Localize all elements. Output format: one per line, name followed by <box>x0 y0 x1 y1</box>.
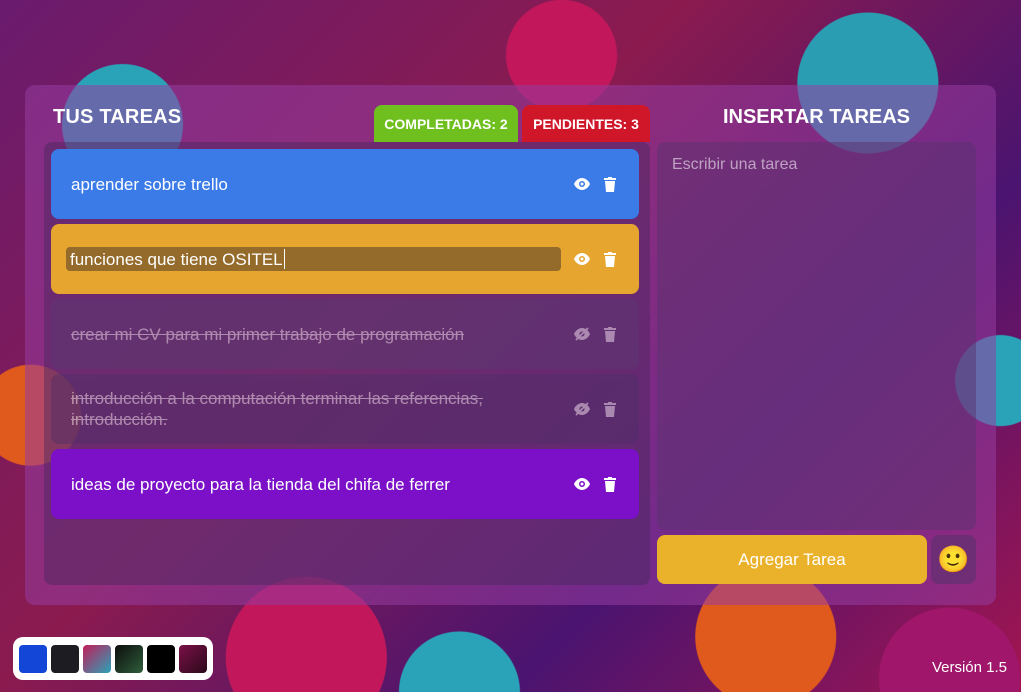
trash-icon[interactable] <box>601 475 619 493</box>
pending-count-badge[interactable]: PENDIENTES: 3 <box>522 105 650 142</box>
task-text[interactable]: introducción a la computación terminar l… <box>71 388 561 430</box>
theme-swatch-leaves[interactable] <box>115 644 143 673</box>
theme-selector <box>13 637 213 680</box>
add-task-button[interactable]: Agregar Tarea <box>657 535 927 584</box>
theme-swatch-black[interactable] <box>147 644 175 673</box>
version-label: Versión 1.5 <box>931 659 1007 676</box>
theme-swatch-dinosaurs[interactable] <box>83 644 111 673</box>
task-item-completed[interactable]: crear mi CV para mi primer trabajo de pr… <box>51 299 639 369</box>
task-item[interactable]: aprender sobre trello <box>51 149 639 219</box>
theme-swatch-crimson[interactable] <box>179 644 207 673</box>
smiley-icon: 🙂 <box>937 544 970 575</box>
task-edit-input[interactable]: funciones que tiene OSITEL <box>66 247 561 271</box>
task-item-editing[interactable]: funciones que tiene OSITEL <box>51 224 639 294</box>
task-text[interactable]: ideas de proyecto para la tienda del chi… <box>71 474 561 495</box>
text-caret <box>283 249 285 269</box>
eye-icon[interactable] <box>573 475 591 493</box>
eye-off-icon[interactable] <box>573 325 591 343</box>
emoji-picker-button[interactable]: 🙂 <box>931 535 976 584</box>
insert-tasks-title: INSERTAR TAREAS <box>722 106 911 128</box>
trash-icon[interactable] <box>601 400 619 418</box>
task-item-completed[interactable]: introducción a la computación terminar l… <box>51 374 639 444</box>
tasks-title: TUS TAREAS <box>53 106 182 128</box>
eye-icon[interactable] <box>573 250 591 268</box>
eye-icon[interactable] <box>573 175 591 193</box>
trash-icon[interactable] <box>601 250 619 268</box>
theme-swatch-blue[interactable] <box>19 644 47 673</box>
trash-icon[interactable] <box>601 175 619 193</box>
trash-icon[interactable] <box>601 325 619 343</box>
task-text[interactable]: crear mi CV para mi primer trabajo de pr… <box>71 324 561 345</box>
task-item[interactable]: ideas de proyecto para la tienda del chi… <box>51 449 639 519</box>
eye-off-icon[interactable] <box>573 400 591 418</box>
task-text[interactable]: aprender sobre trello <box>71 174 561 195</box>
task-textarea[interactable]: Escribir una tarea <box>657 142 976 530</box>
completed-count-badge[interactable]: COMPLETADAS: 2 <box>374 105 518 142</box>
theme-swatch-dark[interactable] <box>51 644 79 673</box>
